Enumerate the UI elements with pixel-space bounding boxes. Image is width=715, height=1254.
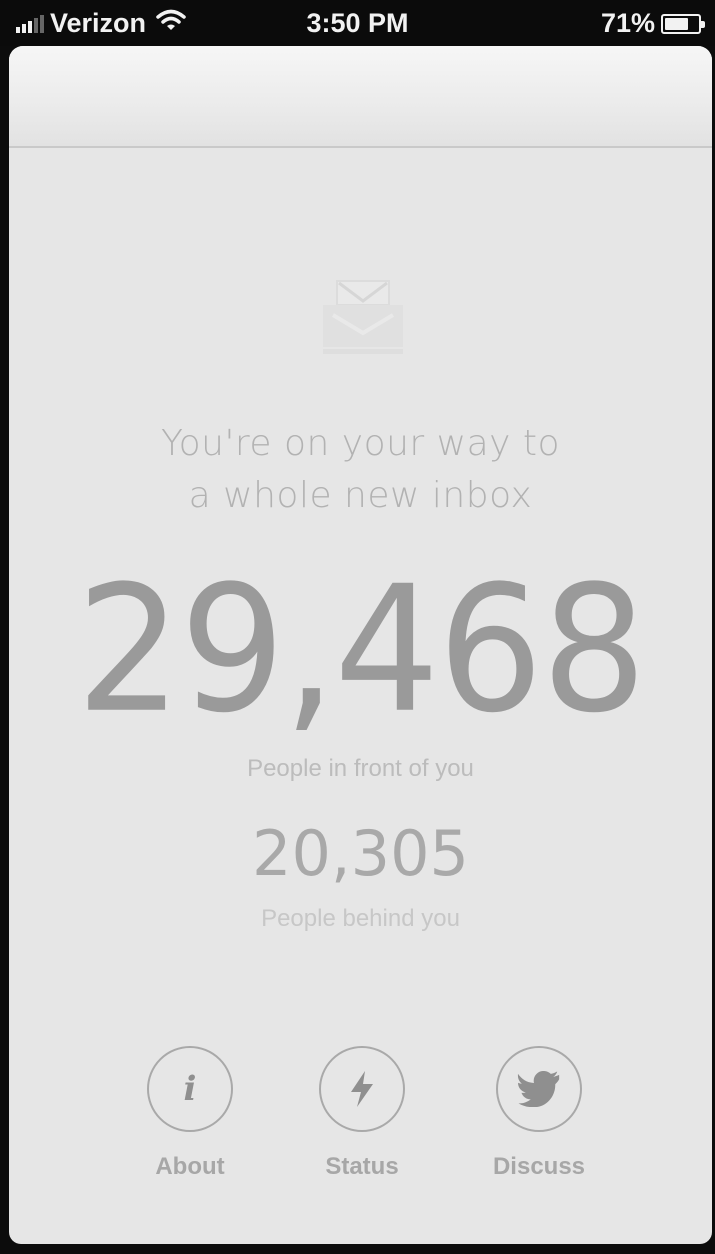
status-label: Status (325, 1153, 399, 1180)
about-label: About (155, 1153, 225, 1180)
status-bar-right: 71% (600, 8, 705, 39)
people-ahead-count: 29,468 (76, 549, 647, 752)
info-icon: i (147, 1046, 233, 1132)
twitter-bird-icon (496, 1046, 582, 1132)
lightning-icon (319, 1046, 405, 1132)
tagline-line-1: You're on your way to (160, 423, 561, 464)
discuss-button[interactable]: Discuss (469, 1046, 609, 1182)
battery-icon (661, 13, 705, 34)
about-button[interactable]: i About (120, 1046, 260, 1182)
battery-percent: 71% (600, 8, 655, 38)
inbox-icon (317, 275, 409, 357)
people-ahead-label: People in front of you (247, 755, 474, 782)
status-bar: Verizon 3:50 PM 71% (0, 0, 715, 46)
people-behind-label: People behind you (261, 905, 460, 932)
discuss-label: Discuss (492, 1153, 586, 1180)
tagline-line-2: a whole new inbox (188, 475, 533, 516)
status-button[interactable]: Status (292, 1046, 432, 1182)
people-behind-count: 20,305 (252, 817, 469, 890)
navigation-bar (9, 46, 712, 148)
tagline: You're on your way to a whole new inbox (9, 418, 712, 522)
app-screen: You're on your way to a whole new inbox … (9, 46, 712, 1244)
